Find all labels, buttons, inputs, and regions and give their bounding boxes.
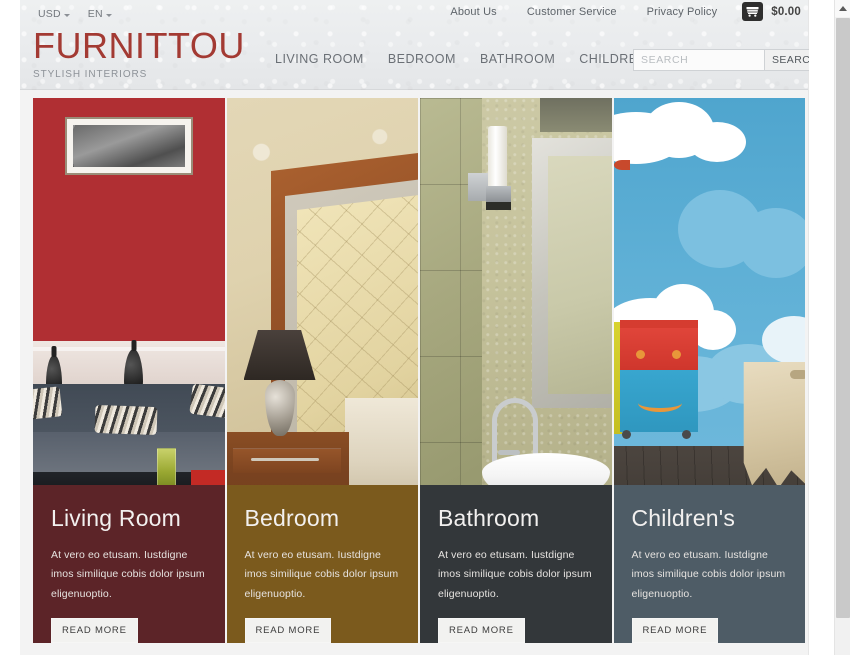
search-form: SEARCH xyxy=(633,49,809,71)
search-input[interactable] xyxy=(633,49,764,71)
category-panel-bathroom: Bathroom At vero eo etusam. Iustdigne im… xyxy=(420,484,612,643)
painted-plane xyxy=(613,160,630,170)
link-privacy-policy[interactable]: Privacy Policy xyxy=(632,6,733,18)
nav-item-living-room[interactable]: LIVING ROOM xyxy=(263,52,376,66)
category-description: At vero eo etusam. Iustdigne imos simili… xyxy=(51,548,205,600)
scrollbar-thumb[interactable] xyxy=(836,18,850,618)
plywood-stool xyxy=(743,362,805,485)
utility-bar: USD EN About Us Customer Service Privacy… xyxy=(20,0,809,28)
mirror xyxy=(548,156,612,394)
category-description: At vero eo etusam. Iustdigne imos simili… xyxy=(244,548,399,600)
nav-item-bathroom[interactable]: BATHROOM xyxy=(468,52,567,66)
framed-artwork xyxy=(65,117,193,175)
category-card-children-room[interactable]: Children's At vero eo etusam. Iustdigne … xyxy=(613,98,805,643)
category-title: Bedroom xyxy=(244,504,340,531)
currency-selector[interactable]: USD xyxy=(38,8,70,20)
cart-total: $0.00 xyxy=(771,5,801,18)
category-title: Bathroom xyxy=(438,504,540,531)
kids-dresser xyxy=(619,328,698,370)
category-card-bathroom[interactable]: Bathroom At vero eo etusam. Iustdigne im… xyxy=(420,98,612,643)
bathroom-photo xyxy=(420,98,612,485)
brand-name: FURNITTOU xyxy=(33,25,245,66)
browser-viewport: USD EN About Us Customer Service Privacy… xyxy=(0,0,850,655)
read-more-button-living-room[interactable]: READ MORE xyxy=(51,618,138,643)
faucet xyxy=(492,398,538,454)
striped-cushion xyxy=(33,386,63,420)
cart-widget[interactable]: $0.00 xyxy=(732,2,801,21)
living-room-photo xyxy=(33,98,225,485)
category-description: At vero eo etusam. Iustdigne imos simili… xyxy=(631,548,786,600)
brand-tagline: STYLISH INTERIORS xyxy=(33,69,148,80)
utility-links: About Us Customer Service Privacy Policy xyxy=(435,2,801,21)
stone-tile-wall xyxy=(420,98,482,485)
category-strip: Living Room At vero eo etusam. Iustdigne… xyxy=(33,98,805,643)
scroll-up-button[interactable] xyxy=(835,0,850,17)
children-room-photo xyxy=(613,98,805,485)
vessel-basin xyxy=(482,453,610,485)
search-button[interactable]: SEARCH xyxy=(764,49,809,71)
read-more-button-children-room[interactable]: READ MORE xyxy=(631,618,719,643)
dresser-handle xyxy=(637,394,682,412)
dresser-knob xyxy=(635,350,645,359)
link-about-us[interactable]: About Us xyxy=(435,6,511,18)
page-right-edge xyxy=(808,0,809,655)
bed xyxy=(344,398,418,485)
read-more-button-bathroom[interactable]: READ MORE xyxy=(438,618,525,643)
site-header: USD EN About Us Customer Service Privacy… xyxy=(20,0,809,90)
striped-cushion xyxy=(189,383,225,419)
category-card-bedroom[interactable]: Bedroom At vero eo etusam. Iustdigne imo… xyxy=(226,98,418,643)
page-canvas: USD EN About Us Customer Service Privacy… xyxy=(20,0,809,655)
dresser-knob xyxy=(671,350,681,359)
candle-decor xyxy=(157,448,176,485)
category-panel-living-room: Living Room At vero eo etusam. Iustdigne… xyxy=(33,484,225,643)
chevron-down-icon xyxy=(105,13,112,17)
shopping-cart-icon xyxy=(742,2,764,21)
locale-selectors: USD EN xyxy=(38,8,112,20)
category-title: Living Room xyxy=(51,504,182,531)
striped-cushion xyxy=(94,404,158,436)
chevron-down-icon xyxy=(63,13,70,17)
category-panel-children-room: Children's At vero eo etusam. Iustdigne … xyxy=(613,484,805,643)
category-panel-bedroom: Bedroom At vero eo etusam. Iustdigne imo… xyxy=(226,484,418,643)
bedroom-photo xyxy=(226,98,418,485)
language-selector[interactable]: EN xyxy=(88,8,112,20)
read-more-button-bedroom[interactable]: READ MORE xyxy=(244,618,332,643)
language-label: EN xyxy=(87,8,103,20)
currency-label: USD xyxy=(38,8,61,20)
vertical-scrollbar[interactable] xyxy=(834,0,850,655)
nav-item-bedroom[interactable]: BEDROOM xyxy=(376,52,468,66)
link-customer-service[interactable]: Customer Service xyxy=(512,6,632,18)
chevron-up-icon xyxy=(839,6,847,11)
category-title: Children's xyxy=(631,504,736,531)
category-card-living-room[interactable]: Living Room At vero eo etusam. Iustdigne… xyxy=(33,98,225,643)
category-description: At vero eo etusam. Iustdigne imos simili… xyxy=(438,548,592,600)
brand-logo[interactable]: FURNITTOU STYLISH INTERIORS xyxy=(33,25,245,81)
